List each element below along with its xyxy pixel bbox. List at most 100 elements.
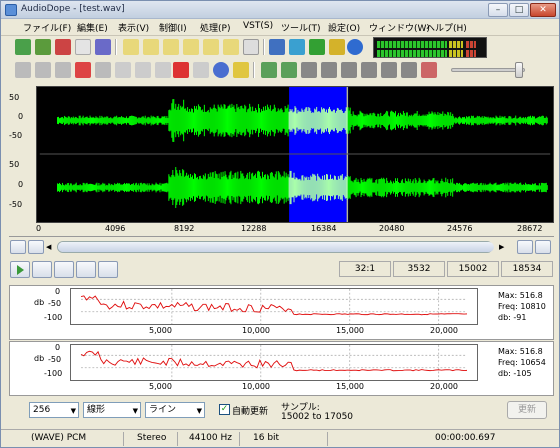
- marker-icon[interactable]: [233, 62, 249, 78]
- menu-file[interactable]: ファイル(F): [23, 21, 71, 34]
- spectrum-ytick: -50: [48, 355, 62, 364]
- sample-range: 15002 to 17050: [281, 412, 354, 422]
- spectrum-xtick: 10,000: [242, 326, 270, 335]
- chevron-down-icon: ▼: [196, 407, 202, 415]
- horizontal-scroll-area: ◀ ▶: [9, 239, 554, 255]
- spectrum-ytick: -100: [44, 369, 63, 378]
- redo-icon[interactable]: [35, 62, 51, 78]
- scroll-thumb[interactable]: [58, 242, 494, 252]
- spectrum-ytick: -50: [48, 299, 62, 308]
- menu-help[interactable]: ヘルプ(H): [426, 21, 467, 34]
- wave-tick: 50: [9, 160, 20, 169]
- time-ruler: 0 4096 8192 12288 16384 20480 24576 2867…: [9, 223, 554, 237]
- select-icon[interactable]: [193, 62, 209, 78]
- paste-mix-icon[interactable]: [115, 62, 131, 78]
- menu-vst[interactable]: VST(S): [243, 21, 273, 31]
- scroll-track[interactable]: [57, 241, 494, 253]
- menu-tools[interactable]: ツール(T): [281, 21, 321, 34]
- fit-icon[interactable]: [243, 39, 259, 55]
- zoom-out-h-button[interactable]: [28, 240, 44, 254]
- crop-icon[interactable]: [135, 62, 151, 78]
- chevron-down-icon: ▼: [132, 407, 138, 415]
- menu-process[interactable]: 処理(P): [200, 21, 230, 34]
- forward-icon[interactable]: [381, 62, 397, 78]
- spectrum-xtick: 10,000: [242, 382, 270, 391]
- spectrum-ytick: -100: [44, 313, 63, 322]
- menu-window[interactable]: ウィンドウ(W): [369, 21, 430, 34]
- zoom-out-v-button[interactable]: [535, 240, 551, 254]
- toolbar-separator: [115, 39, 117, 55]
- plugin-icon[interactable]: [329, 39, 345, 55]
- undo-icon[interactable]: [15, 62, 31, 78]
- spectrum-freq: Freq: 10810: [498, 302, 546, 311]
- menu-edit[interactable]: 編集(E): [77, 21, 108, 34]
- level-meter: [373, 37, 487, 58]
- start-icon[interactable]: [341, 62, 357, 78]
- copy-icon[interactable]: [55, 62, 71, 78]
- maximize-button[interactable]: □: [509, 3, 529, 17]
- play-selection-button[interactable]: [32, 261, 52, 278]
- app-window: AudioDope - [test.wav] – □ ✕ ファイル(F) 編集(…: [0, 0, 560, 448]
- spectrum-icon[interactable]: [269, 39, 285, 55]
- zoom-out-icon[interactable]: [143, 39, 159, 55]
- save-icon[interactable]: [95, 39, 111, 55]
- end-button[interactable]: [98, 261, 118, 278]
- toolbar-separator: [253, 62, 255, 78]
- zoom-all-icon[interactable]: [203, 39, 219, 55]
- menu-view[interactable]: 表示(V): [118, 21, 149, 34]
- spectrum-plot-right: [70, 344, 478, 381]
- stop-icon[interactable]: [321, 62, 337, 78]
- wave-icon[interactable]: [289, 39, 305, 55]
- auto-update-checkbox[interactable]: ✓: [219, 404, 230, 415]
- zoom-in-h-button[interactable]: [10, 240, 26, 254]
- zoom-in-icon[interactable]: [123, 39, 139, 55]
- info-icon[interactable]: [347, 39, 363, 55]
- volume-slider-handle[interactable]: [515, 62, 523, 78]
- play-sel-icon[interactable]: [281, 62, 297, 78]
- menu-control[interactable]: 制御(I): [159, 21, 187, 34]
- blank-icon[interactable]: [75, 39, 91, 55]
- spectrum-axis: db 0 -50 -100: [10, 286, 68, 339]
- pause-icon[interactable]: [301, 62, 317, 78]
- waveform-display[interactable]: [36, 86, 554, 223]
- trim-icon[interactable]: [155, 62, 171, 78]
- cut-icon[interactable]: [75, 62, 91, 78]
- zoom-sel-icon[interactable]: [223, 39, 239, 55]
- end-icon[interactable]: [401, 62, 417, 78]
- volume-slider[interactable]: [451, 68, 525, 72]
- minimize-button[interactable]: –: [488, 3, 508, 17]
- record-icon[interactable]: [55, 39, 71, 55]
- spectrum-stats: Max: 516.8 Freq: 10654 db: -105: [498, 346, 546, 379]
- play-button[interactable]: [10, 261, 30, 278]
- mic-icon[interactable]: [421, 62, 437, 78]
- zoom-in-v-button[interactable]: [517, 240, 533, 254]
- spectrum-panel-right: db 0 -50 -100 5,000 10,000 15,000 20,000…: [9, 341, 554, 396]
- new-icon[interactable]: [15, 39, 31, 55]
- rewind-icon[interactable]: [361, 62, 377, 78]
- play-icon[interactable]: [261, 62, 277, 78]
- stop-button[interactable]: [54, 261, 74, 278]
- open-icon[interactable]: [35, 39, 51, 55]
- zoom-v-icon[interactable]: [183, 39, 199, 55]
- delete-icon[interactable]: [173, 62, 189, 78]
- ruler-tick: 28672: [517, 224, 543, 233]
- scale-select[interactable]: 線形 ▼: [83, 402, 141, 418]
- spectrum-max: Max: 516.8: [498, 291, 543, 300]
- scroll-left-icon[interactable]: ◀: [46, 240, 56, 254]
- scroll-right-icon[interactable]: ▶: [499, 240, 509, 254]
- menu-settings[interactable]: 設定(O): [328, 21, 360, 34]
- close-button[interactable]: ✕: [530, 3, 556, 17]
- wave-axis: 50 0 -50 50 0 -50: [9, 86, 37, 223]
- style-select[interactable]: ライン ▼: [145, 402, 205, 418]
- start-button[interactable]: [76, 261, 96, 278]
- status-time: 00:00:00.697: [435, 433, 496, 443]
- paste-icon[interactable]: [95, 62, 111, 78]
- fft-size-select[interactable]: 256 ▼: [29, 402, 79, 418]
- silence-icon[interactable]: [213, 62, 229, 78]
- zoom-h-icon[interactable]: [163, 39, 179, 55]
- spectrum-xtick: 20,000: [430, 326, 458, 335]
- vst-icon[interactable]: [309, 39, 325, 55]
- wave-tick: -50: [9, 200, 23, 209]
- spectrum-stats: Max: 516.8 Freq: 10810 db: -91: [498, 290, 546, 323]
- update-button[interactable]: 更新: [507, 401, 547, 419]
